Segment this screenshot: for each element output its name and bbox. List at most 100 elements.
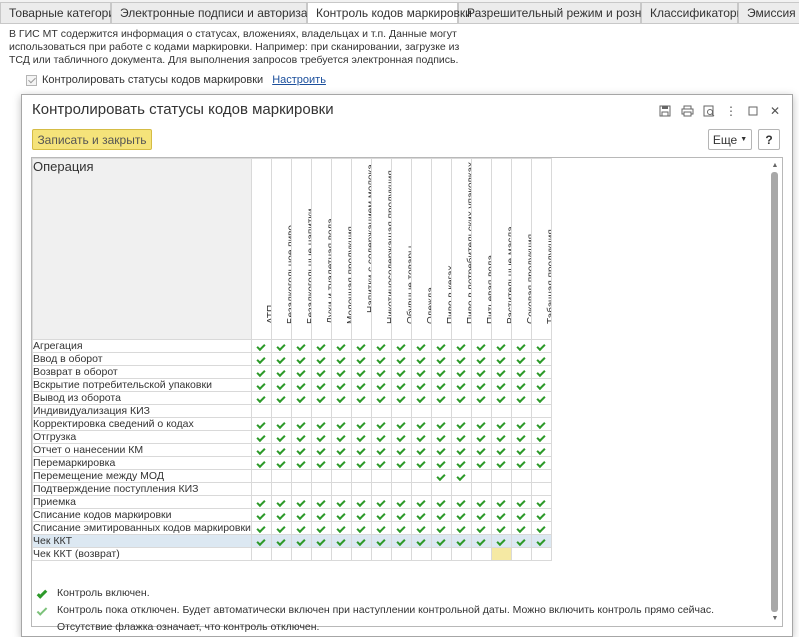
control-checkbox-cell[interactable] xyxy=(450,339,472,353)
control-checkbox-cell[interactable] xyxy=(450,417,472,431)
control-checkbox-cell[interactable] xyxy=(250,482,272,496)
control-checkbox-cell[interactable] xyxy=(510,469,532,483)
control-checkbox-cell[interactable] xyxy=(450,365,472,379)
settings-link[interactable]: Настроить xyxy=(272,74,326,86)
control-checkbox-cell[interactable] xyxy=(390,404,412,418)
table-row[interactable]: Подтверждение поступления КИЗ xyxy=(32,482,552,496)
control-checkbox-cell[interactable] xyxy=(370,339,392,353)
control-checkbox-cell[interactable] xyxy=(370,443,392,457)
control-checkbox-cell[interactable] xyxy=(310,456,332,470)
more-menu-icon[interactable]: ⋮ xyxy=(720,102,742,120)
table-row[interactable]: Вскрытие потребительской упаковки xyxy=(32,378,552,392)
control-checkbox-cell[interactable] xyxy=(350,430,372,444)
control-checkbox-cell[interactable] xyxy=(430,417,452,431)
control-checkbox-cell[interactable] xyxy=(290,534,312,548)
control-checkbox-cell[interactable] xyxy=(410,430,432,444)
control-checkbox-cell[interactable] xyxy=(450,469,472,483)
table-row[interactable]: Корректировка сведений о кодах xyxy=(32,417,552,431)
control-checkbox-cell[interactable] xyxy=(470,482,492,496)
control-checkbox-cell[interactable] xyxy=(510,417,532,431)
control-checkbox-cell[interactable] xyxy=(430,534,452,548)
control-checkbox-cell[interactable] xyxy=(530,469,552,483)
column-header[interactable]: Пиво в потребительских упаковках xyxy=(450,158,472,340)
control-checkbox-cell[interactable] xyxy=(510,534,532,548)
control-checkbox-cell[interactable] xyxy=(250,495,272,509)
control-checkbox-cell[interactable] xyxy=(490,547,512,561)
control-checkbox-cell[interactable] xyxy=(290,521,312,535)
control-checkbox-cell[interactable] xyxy=(390,430,412,444)
control-checkbox-cell[interactable] xyxy=(410,339,432,353)
control-checkbox-cell[interactable] xyxy=(410,469,432,483)
control-checkbox-cell[interactable] xyxy=(310,534,332,548)
control-checkbox-cell[interactable] xyxy=(330,495,352,509)
control-checkbox-cell[interactable] xyxy=(530,534,552,548)
control-checkbox-cell[interactable] xyxy=(410,521,432,535)
control-checkbox-cell[interactable] xyxy=(370,508,392,522)
control-checkbox-cell[interactable] xyxy=(510,339,532,353)
control-checkbox-cell[interactable] xyxy=(330,430,352,444)
control-checkbox-cell[interactable] xyxy=(410,482,432,496)
control-checkbox-cell[interactable] xyxy=(370,391,392,405)
control-checkbox-cell[interactable] xyxy=(530,404,552,418)
column-header[interactable]: Табачная продукция xyxy=(530,158,552,340)
control-checkbox-cell[interactable] xyxy=(250,417,272,431)
control-checkbox-cell[interactable] xyxy=(450,443,472,457)
tab-product-categories[interactable]: Товарные категории xyxy=(0,2,122,23)
control-checkbox-cell[interactable] xyxy=(270,391,292,405)
control-checkbox-cell[interactable] xyxy=(470,365,492,379)
control-checkbox-cell[interactable] xyxy=(330,404,352,418)
control-checkbox-cell[interactable] xyxy=(290,352,312,366)
control-checkbox-cell[interactable] xyxy=(390,456,412,470)
save-icon[interactable] xyxy=(654,102,676,120)
control-checkbox-cell[interactable] xyxy=(390,547,412,561)
tab-marking-codes-control[interactable]: Контроль кодов маркировки xyxy=(307,2,472,23)
control-checkbox-cell[interactable] xyxy=(510,365,532,379)
control-checkbox-cell[interactable] xyxy=(310,417,332,431)
control-checkbox-cell[interactable] xyxy=(450,456,472,470)
control-checkbox-cell[interactable] xyxy=(310,495,332,509)
control-checkbox-cell[interactable] xyxy=(270,534,292,548)
control-checkbox-cell[interactable] xyxy=(250,508,272,522)
column-header[interactable]: Пиво в кегах xyxy=(430,158,452,340)
control-checkbox-cell[interactable] xyxy=(410,365,432,379)
preview-icon[interactable] xyxy=(698,102,720,120)
control-checkbox-cell[interactable] xyxy=(510,521,532,535)
control-checkbox-cell[interactable] xyxy=(270,456,292,470)
table-row[interactable]: Агрегация xyxy=(32,339,552,353)
control-checkbox-cell[interactable] xyxy=(430,495,452,509)
control-checkbox-cell[interactable] xyxy=(530,365,552,379)
control-checkbox-cell[interactable] xyxy=(490,495,512,509)
control-checkbox-cell[interactable] xyxy=(530,378,552,392)
control-checkbox-cell[interactable] xyxy=(410,391,432,405)
tab-e-signatures[interactable]: Электронные подписи и авторизация xyxy=(111,2,328,23)
control-checkbox-cell[interactable] xyxy=(450,534,472,548)
control-statuses-checkbox[interactable] xyxy=(26,74,37,86)
control-checkbox-cell[interactable] xyxy=(350,456,372,470)
control-checkbox-cell[interactable] xyxy=(290,430,312,444)
table-row[interactable]: Чек ККТ xyxy=(32,534,552,548)
control-checkbox-cell[interactable] xyxy=(370,534,392,548)
table-row[interactable]: Вывод из оборота xyxy=(32,391,552,405)
control-checkbox-cell[interactable] xyxy=(330,443,352,457)
control-checkbox-cell[interactable] xyxy=(330,469,352,483)
control-checkbox-cell[interactable] xyxy=(290,547,312,561)
control-checkbox-cell[interactable] xyxy=(270,352,292,366)
control-checkbox-cell[interactable] xyxy=(370,430,392,444)
control-checkbox-cell[interactable] xyxy=(330,534,352,548)
control-checkbox-cell[interactable] xyxy=(430,430,452,444)
control-checkbox-cell[interactable] xyxy=(470,391,492,405)
control-checkbox-cell[interactable] xyxy=(370,352,392,366)
control-checkbox-cell[interactable] xyxy=(350,469,372,483)
control-checkbox-cell[interactable] xyxy=(250,521,272,535)
control-checkbox-cell[interactable] xyxy=(470,430,492,444)
control-checkbox-cell[interactable] xyxy=(390,443,412,457)
control-checkbox-cell[interactable] xyxy=(470,547,492,561)
control-checkbox-cell[interactable] xyxy=(490,508,512,522)
control-checkbox-cell[interactable] xyxy=(250,430,272,444)
control-checkbox-cell[interactable] xyxy=(310,365,332,379)
control-checkbox-cell[interactable] xyxy=(390,469,412,483)
control-checkbox-cell[interactable] xyxy=(390,521,412,535)
control-checkbox-cell[interactable] xyxy=(450,352,472,366)
control-checkbox-cell[interactable] xyxy=(490,482,512,496)
control-checkbox-cell[interactable] xyxy=(510,547,532,561)
